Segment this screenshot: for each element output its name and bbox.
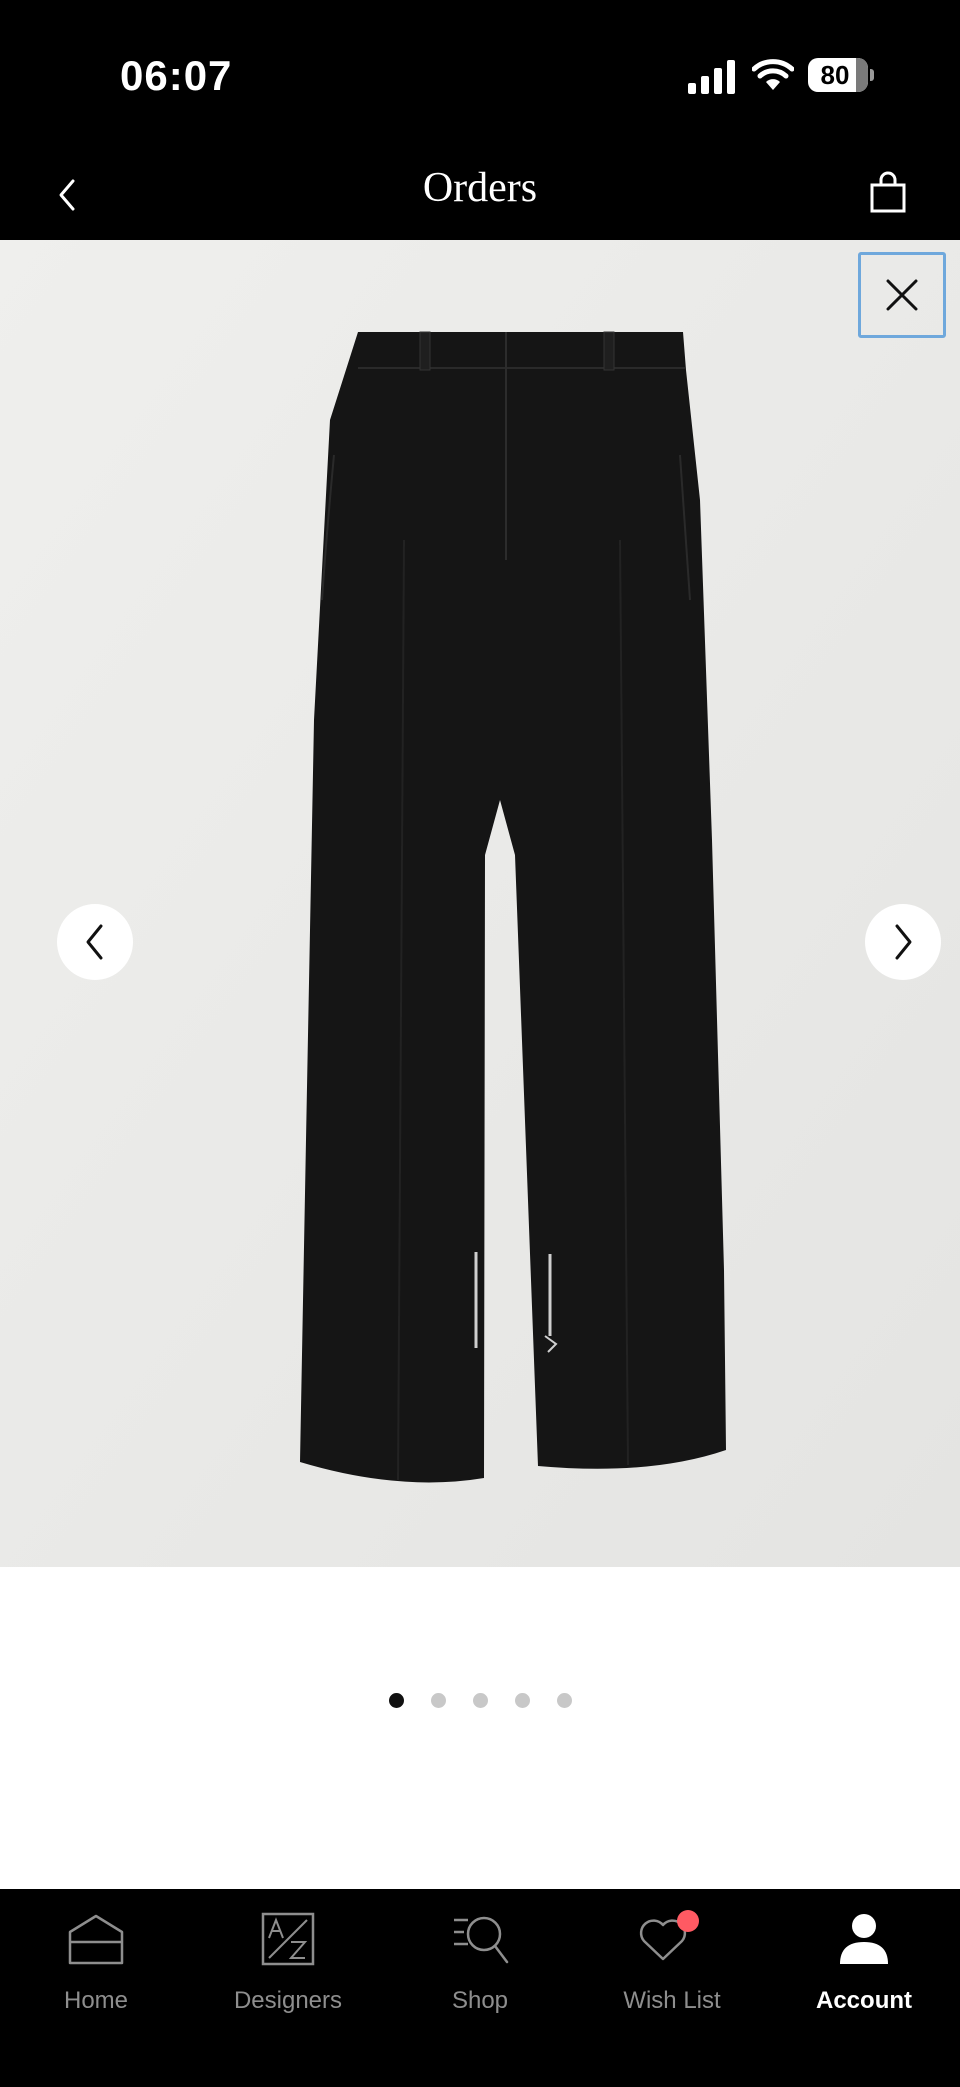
- battery-icon: 80: [808, 58, 874, 92]
- wifi-icon: [752, 59, 794, 90]
- tab-account[interactable]: Account: [768, 1889, 960, 2087]
- next-image-button[interactable]: [865, 904, 941, 980]
- pagination-dot[interactable]: [430, 1693, 446, 1708]
- previous-image-button[interactable]: [57, 904, 133, 980]
- tab-label-home: Home: [63, 1987, 129, 2014]
- pagination-dot[interactable]: [514, 1693, 530, 1708]
- heart-icon: [639, 1910, 699, 1961]
- close-button[interactable]: [858, 252, 946, 338]
- tab-label-shop: Shop: [451, 1987, 509, 2014]
- chevron-right-icon: [895, 924, 912, 960]
- pagination-dot[interactable]: [472, 1693, 488, 1708]
- status-time: 06:07: [120, 52, 233, 99]
- shop-search-icon: [454, 1916, 509, 1964]
- wish-list-badge: [677, 1910, 699, 1932]
- pagination-dot[interactable]: [556, 1693, 572, 1708]
- tab-home[interactable]: Home: [0, 1889, 192, 2087]
- home-icon: [68, 1914, 124, 1965]
- product-image: [0, 240, 960, 1567]
- tab-label-wish-list: Wish List: [623, 1987, 721, 2014]
- page-title: Orders: [422, 165, 538, 211]
- battery-level: 80: [820, 60, 850, 90]
- shopping-bag-icon: [870, 171, 906, 213]
- tab-wish-list[interactable]: Wish List: [576, 1889, 768, 2087]
- product-image-gallery[interactable]: [0, 240, 960, 1567]
- tab-shop[interactable]: Shop: [384, 1889, 576, 2087]
- account-icon: [840, 1914, 888, 1964]
- bottom-tab-bar: Home Designers Shop Wish List Account: [0, 1889, 960, 2087]
- shopping-bag-button[interactable]: [864, 166, 912, 220]
- status-bar: 06:07 80: [0, 0, 960, 150]
- designers-az-icon: [261, 1912, 315, 1966]
- image-pagination-dots: [0, 1693, 960, 1709]
- tab-label-designers: Designers: [233, 1987, 343, 2014]
- chevron-left-icon: [86, 924, 103, 960]
- tab-designers[interactable]: Designers: [192, 1889, 384, 2087]
- tab-label-account: Account: [816, 1987, 912, 2014]
- pagination-dot[interactable]: [388, 1693, 404, 1708]
- close-icon: [886, 279, 918, 311]
- header: Orders: [0, 150, 960, 240]
- cellular-signal-icon: [688, 60, 735, 94]
